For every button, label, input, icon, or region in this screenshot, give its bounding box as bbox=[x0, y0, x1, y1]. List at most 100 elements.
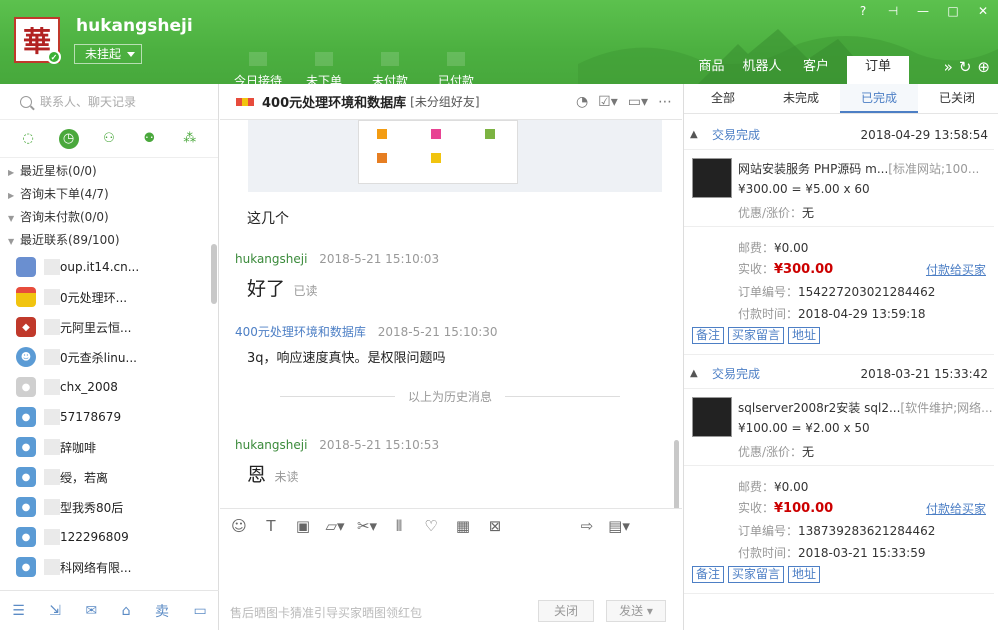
group-unpaid[interactable]: ▼ 咨询未付款(0/0) bbox=[0, 206, 218, 229]
person-icon[interactable]: ⚇ bbox=[99, 129, 119, 149]
contact-item[interactable]: ☻ 0元查杀linu... bbox=[0, 342, 218, 372]
contacts-scrollbar[interactable] bbox=[211, 244, 217, 304]
stat-unpaid[interactable]: 未付款 bbox=[357, 52, 423, 84]
heart-icon[interactable]: ♡ bbox=[418, 517, 444, 535]
product-thumbnail[interactable] bbox=[692, 158, 732, 198]
sell-icon[interactable]: 卖 bbox=[155, 601, 169, 621]
shop-icon[interactable]: ⌂ bbox=[122, 603, 131, 619]
pay-buyer-link[interactable]: 付款给买家 bbox=[926, 261, 986, 278]
refresh-icon[interactable]: ↻ bbox=[959, 58, 972, 76]
sender-name[interactable]: 400元处理环境和数据库 bbox=[235, 325, 366, 339]
mail-icon[interactable]: ✉ bbox=[85, 603, 97, 619]
clock-icon[interactable]: ◷ bbox=[58, 128, 79, 149]
minimize-icon[interactable]: — bbox=[908, 2, 938, 20]
help-icon[interactable]: ? bbox=[848, 2, 878, 20]
order-header[interactable]: ▲ 交易完成 2018-04-29 13:58:54 bbox=[684, 120, 994, 150]
video-icon[interactable]: ▭▾ bbox=[628, 94, 648, 110]
contact-item[interactable]: ● 122296809 bbox=[0, 522, 218, 552]
history-icon[interactable]: ▤▾ bbox=[606, 517, 632, 535]
contact-item[interactable]: ● 辞咖啡 bbox=[0, 432, 218, 462]
tab-completed[interactable]: 已完成 bbox=[840, 84, 918, 113]
transfer-icon[interactable]: ⇨ bbox=[574, 517, 600, 535]
group-not-ordered[interactable]: ▶ 咨询未下单(4/7) bbox=[0, 183, 218, 206]
image-message[interactable] bbox=[248, 120, 662, 192]
contact-item[interactable]: 0元处理环... bbox=[0, 282, 218, 312]
chat-contact-name[interactable]: 400元处理环境和数据库 bbox=[262, 92, 406, 111]
tab-products[interactable]: 商品 bbox=[690, 56, 733, 84]
shake-icon[interactable]: ⦀ bbox=[386, 517, 412, 535]
buyer-message-button[interactable]: 买家留言 bbox=[728, 566, 785, 583]
shop-avatar[interactable]: 華 ✓ bbox=[14, 17, 61, 64]
send-button[interactable]: 发送 ▾ bbox=[606, 600, 666, 622]
add-icon[interactable]: ⊕ bbox=[977, 58, 990, 76]
more-tabs-icon[interactable]: » bbox=[944, 58, 953, 76]
stat-not-ordered[interactable]: 未下单 bbox=[291, 52, 357, 84]
image-icon[interactable]: ▣ bbox=[290, 517, 316, 535]
chat-bubble-icon[interactable]: ◔ bbox=[576, 94, 588, 110]
contact-item[interactable]: ● 绶，若离 bbox=[0, 462, 218, 492]
tab-all[interactable]: 全部 bbox=[684, 84, 762, 113]
contact-item[interactable]: ● 科网络有限... bbox=[0, 552, 218, 582]
emoji-icon[interactable]: ☺ bbox=[226, 517, 252, 535]
tab-orders[interactable]: 订单 bbox=[847, 56, 909, 84]
product-title[interactable]: sqlserver2008r2安装 sql2... bbox=[738, 401, 900, 415]
org-icon[interactable]: ⁂ bbox=[180, 129, 200, 149]
address-button[interactable]: 地址 bbox=[788, 327, 821, 344]
import-icon[interactable]: ⇲ bbox=[49, 603, 61, 619]
product-thumbnail[interactable] bbox=[692, 397, 732, 437]
stat-paid[interactable]: 已付款 bbox=[423, 52, 489, 84]
chat-scrollbar[interactable] bbox=[674, 440, 679, 508]
sender-name[interactable]: hukangsheji bbox=[235, 438, 307, 452]
stat-today[interactable]: 今日接待 bbox=[225, 52, 291, 84]
buyer-message-button[interactable]: 买家留言 bbox=[728, 327, 785, 344]
layout-icon[interactable]: ▭ bbox=[194, 603, 207, 619]
caret-up-icon: ▲ bbox=[690, 129, 698, 140]
close-button[interactable]: 关闭 bbox=[538, 600, 594, 622]
contact-name: 122296809 bbox=[60, 530, 129, 544]
group-starred[interactable]: ▶ 最近星标(0/0) bbox=[0, 160, 218, 183]
tab-customer[interactable]: 客户 bbox=[791, 56, 841, 84]
header-tools: » ↻ ⊕ bbox=[944, 58, 990, 76]
contact-item[interactable]: ● chx_2008 bbox=[0, 372, 218, 402]
menu-icon[interactable]: ☰ bbox=[12, 603, 25, 619]
note-button[interactable]: 备注 bbox=[692, 327, 725, 344]
tab-robot[interactable]: 机器人 bbox=[733, 56, 791, 84]
contact-name: 0元查杀linu... bbox=[60, 350, 137, 365]
order-card: ▲ 交易完成 2018-03-21 15:33:42 sqlserver2008… bbox=[684, 359, 994, 591]
promo-hint[interactable]: 售后晒图卡猜准引导买家晒图领红包 bbox=[230, 604, 422, 621]
order-no-label: 订单编号： bbox=[738, 285, 799, 299]
coupon-icon[interactable]: ⊠ bbox=[482, 517, 508, 535]
contact-item[interactable]: ● 57178679 bbox=[0, 402, 218, 432]
contact-item[interactable]: oup.it14.cn... bbox=[0, 252, 218, 282]
tab-closed[interactable]: 已关闭 bbox=[918, 84, 996, 113]
status-dropdown[interactable]: 未挂起 bbox=[74, 44, 142, 64]
search-input[interactable]: 联系人、聊天记录 bbox=[0, 84, 218, 120]
product-title[interactable]: 网站安装服务 PHP源码 m... bbox=[738, 162, 888, 176]
read-status: 已读 bbox=[293, 284, 318, 298]
contact-name: 型我秀80后 bbox=[60, 500, 124, 515]
scissors-icon[interactable]: ✂▾ bbox=[354, 517, 380, 535]
message-input[interactable] bbox=[220, 542, 682, 592]
check-icon[interactable]: ☑▾ bbox=[598, 94, 618, 110]
discount-line: 优惠/涨价：无 bbox=[738, 443, 814, 460]
sender-name[interactable]: hukangsheji bbox=[235, 252, 307, 266]
pay-buyer-link[interactable]: 付款给买家 bbox=[926, 500, 986, 517]
group-icon[interactable]: ⚉ bbox=[139, 129, 159, 149]
contact-avatar: ● bbox=[16, 557, 36, 577]
contact-item[interactable]: ◆ 元阿里云恒... bbox=[0, 312, 218, 342]
folder-icon[interactable]: ▱▾ bbox=[322, 517, 348, 535]
pin-icon[interactable]: ⊣ bbox=[878, 2, 908, 20]
more-icon[interactable]: ⋯ bbox=[658, 94, 672, 110]
close-icon[interactable]: ✕ bbox=[968, 2, 998, 20]
order-header[interactable]: ▲ 交易完成 2018-03-21 15:33:42 bbox=[684, 359, 994, 389]
maximize-icon[interactable]: □ bbox=[938, 2, 968, 20]
calculator-icon[interactable]: ▦ bbox=[450, 517, 476, 535]
pay-time-label: 付款时间： bbox=[738, 546, 799, 560]
tab-incomplete[interactable]: 未完成 bbox=[762, 84, 840, 113]
font-icon[interactable]: T bbox=[258, 517, 284, 535]
contact-item[interactable]: ● 型我秀80后 bbox=[0, 492, 218, 522]
chat-bubble-icon[interactable]: ◌ bbox=[18, 129, 38, 149]
address-button[interactable]: 地址 bbox=[788, 566, 821, 583]
note-button[interactable]: 备注 bbox=[692, 566, 725, 583]
group-recent[interactable]: ▼ 最近联系(89/100) bbox=[0, 229, 218, 252]
